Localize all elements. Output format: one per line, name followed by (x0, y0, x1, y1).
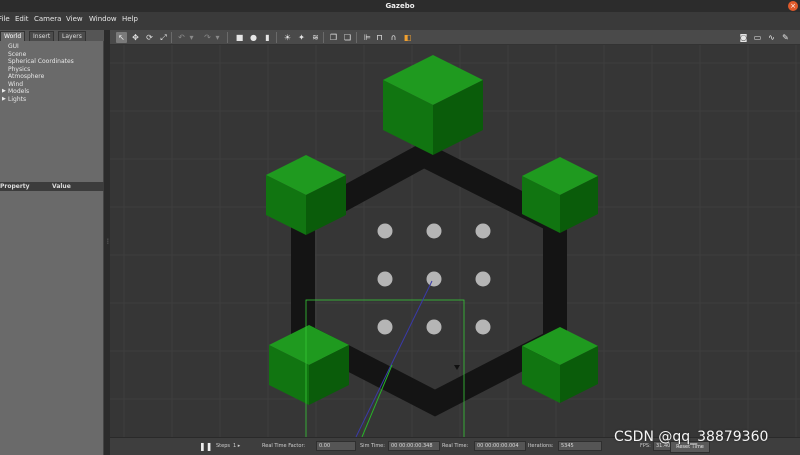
sim-time-label: Sim Time: (360, 443, 385, 449)
real-time-label: Real Time: (442, 443, 469, 449)
screenshot-icon[interactable]: ◙ (738, 32, 749, 43)
align-icon[interactable]: ⊫ (362, 32, 373, 43)
tree-item-physics[interactable]: Physics (8, 66, 30, 73)
toolbar-separator (356, 32, 357, 43)
tree-item-gui[interactable]: GUI (8, 43, 19, 50)
grey-dot (475, 319, 491, 335)
sphere-shape-icon[interactable]: ● (248, 32, 259, 43)
plot-icon[interactable]: ∿ (766, 32, 777, 43)
green-cube-lower-right (522, 327, 598, 403)
menu-file[interactable]: File (0, 15, 10, 23)
sim-time-field: 00 00:00:00.348 (388, 441, 440, 451)
redo-history-icon[interactable]: ▾ (212, 32, 223, 43)
toolbar-separator (276, 32, 277, 43)
box-shape-icon[interactable]: ■ (234, 32, 245, 43)
menu-view[interactable]: View (66, 15, 83, 23)
tree-item-scene[interactable]: Scene (8, 51, 26, 58)
copy-icon[interactable]: ❐ (328, 32, 339, 43)
tree-item-models[interactable]: Models (8, 88, 29, 95)
pause-button[interactable]: ❚❚ (199, 442, 212, 451)
property-column-header[interactable]: Property (0, 183, 30, 190)
tab-layers[interactable]: Layers (58, 31, 86, 41)
scene-viewport[interactable] (110, 45, 800, 437)
close-window-button[interactable]: × (788, 1, 798, 11)
scene-render[interactable] (110, 45, 800, 437)
grey-dot (426, 271, 442, 287)
iterations-label: Iterations: (528, 443, 554, 449)
select-arrow-icon[interactable]: ↖ (116, 32, 127, 43)
title-bar: Gazebo × (0, 0, 800, 12)
grey-dot (377, 223, 393, 239)
menu-help[interactable]: Help (122, 15, 138, 23)
rotate-icon[interactable]: ⟳ (144, 32, 155, 43)
toolbar-separator (323, 32, 324, 43)
spot-light-icon[interactable]: ✦ (296, 32, 307, 43)
grey-dot (377, 319, 393, 335)
change-view-icon[interactable]: ◧ (402, 32, 413, 43)
point-light-icon[interactable]: ☀ (282, 32, 293, 43)
steps-label: Steps (216, 443, 230, 449)
real-time-factor-field: 0.00 (316, 441, 356, 451)
grey-dot (475, 223, 491, 239)
menu-edit[interactable]: Edit (15, 15, 29, 23)
menu-bar: File Edit Camera View Window Help (0, 12, 800, 30)
property-table-header: Property Value (0, 182, 104, 191)
green-cube-top (383, 55, 483, 155)
window-title: Gazebo (385, 2, 415, 10)
tree-item-spherical[interactable]: Spherical Coordinates (8, 58, 74, 65)
value-column-header[interactable]: Value (52, 183, 71, 190)
tree-item-wind[interactable]: Wind (8, 81, 23, 88)
panel-tabs: World Insert Layers (0, 30, 104, 41)
tree-item-atmosphere[interactable]: Atmosphere (8, 73, 44, 80)
grey-dot (377, 271, 393, 287)
expand-arrow-icon[interactable]: ▶ (2, 96, 6, 102)
menu-camera[interactable]: Camera (34, 15, 61, 23)
panel-splitter-handle[interactable]: ⋮ (105, 238, 111, 248)
tab-world[interactable]: World (0, 31, 25, 41)
paste-icon[interactable]: ❏ (342, 32, 353, 43)
snap-icon[interactable]: ⊓ (374, 32, 385, 43)
green-cube-upper-left (266, 155, 346, 235)
directional-light-icon[interactable]: ≋ (310, 32, 321, 43)
magnet-icon[interactable]: ∩ (388, 32, 399, 43)
cylinder-shape-icon[interactable]: ▮ (262, 32, 273, 43)
tab-insert[interactable]: Insert (29, 31, 54, 41)
expand-arrow-icon[interactable]: ▶ (2, 88, 6, 94)
left-panel: World Insert Layers GUI Scene Spherical … (0, 30, 104, 455)
grey-dot (426, 223, 442, 239)
grey-dot (475, 271, 491, 287)
real-time-factor-label: Real Time Factor: (262, 443, 306, 449)
watermark: CSDN @qq_38879360 (614, 429, 769, 445)
grey-dot (426, 319, 442, 335)
small-marker (454, 365, 460, 370)
video-record-icon[interactable]: ✎ (780, 32, 791, 43)
toolbar-separator (171, 32, 172, 43)
iterations-field: 5345 (558, 441, 602, 451)
toolbar-separator (227, 32, 228, 43)
menu-window[interactable]: Window (89, 15, 117, 23)
green-cube-lower-left (269, 325, 349, 405)
toolbar: ↖ ✥ ⟳ ⤢ ↶ ▾ ↷ ▾ ■ ● ▮ ☀ ✦ ≋ ❐ ❏ ⊫ ⊓ ∩ ◧ ◙ ▭ ∿ ✎ (110, 30, 800, 45)
real-time-field: 00 00:00:00.004 (474, 441, 526, 451)
dot-pattern (377, 223, 491, 370)
step-arrow-icon[interactable]: 1 ▸ (233, 443, 240, 449)
undo-history-icon[interactable]: ▾ (186, 32, 197, 43)
tree-item-lights[interactable]: Lights (8, 96, 26, 103)
scale-icon[interactable]: ⤢ (158, 32, 169, 43)
record-log-icon[interactable]: ▭ (752, 32, 763, 43)
translate-icon[interactable]: ✥ (130, 32, 141, 43)
